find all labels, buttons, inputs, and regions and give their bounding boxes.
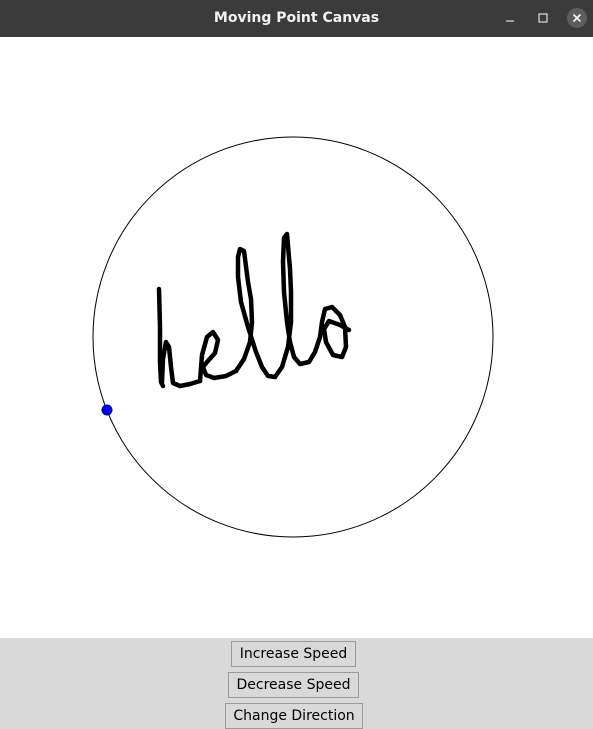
- title-bar[interactable]: Moving Point Canvas: [0, 0, 593, 37]
- orbit-circle: [92, 136, 494, 538]
- control-panel: Increase Speed Decrease Speed Change Dir…: [0, 638, 593, 729]
- minimize-icon: [506, 20, 514, 22]
- close-icon: [572, 13, 582, 23]
- handwriting-hello: [156, 231, 352, 389]
- app-window: Moving Point Canvas Increase Speed Decre…: [0, 0, 593, 729]
- increase-speed-button[interactable]: Increase Speed: [231, 641, 356, 667]
- maximize-icon: [538, 13, 548, 23]
- close-button[interactable]: [567, 8, 587, 28]
- drawing-canvas[interactable]: [0, 37, 593, 638]
- minimize-button[interactable]: [500, 8, 520, 28]
- decrease-speed-button[interactable]: Decrease Speed: [228, 672, 359, 698]
- moving-point[interactable]: [101, 404, 113, 416]
- maximize-button[interactable]: [533, 8, 553, 28]
- change-direction-button[interactable]: Change Direction: [225, 703, 363, 729]
